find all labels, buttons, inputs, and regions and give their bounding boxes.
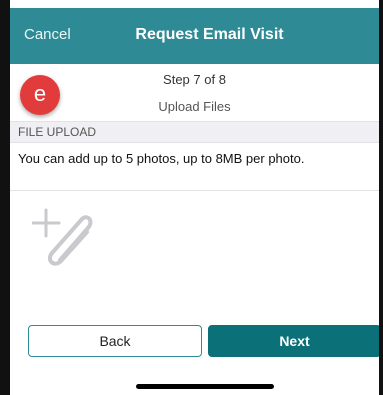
upload-hint: You can add up to 5 photos, up to 8MB pe… bbox=[18, 151, 305, 166]
section-header: FILE UPLOAD bbox=[10, 121, 379, 143]
frame-edge-right bbox=[379, 0, 383, 395]
screen: Cancel Request Email Visit e Step 7 of 8… bbox=[10, 0, 379, 395]
home-indicator bbox=[136, 384, 274, 389]
section-title: FILE UPLOAD bbox=[18, 125, 97, 139]
divider bbox=[10, 190, 379, 191]
nav-header: Cancel Request Email Visit bbox=[10, 8, 379, 64]
add-attachment-button[interactable] bbox=[31, 206, 102, 270]
step-indicator: Step 7 of 8 bbox=[163, 72, 226, 87]
add-attachment-icon bbox=[31, 208, 93, 266]
step-title: Upload Files bbox=[158, 99, 231, 114]
phone-frame: Cancel Request Email Visit e Step 7 of 8… bbox=[0, 0, 383, 395]
next-button[interactable]: Next bbox=[208, 325, 379, 357]
page-title: Request Email Visit bbox=[135, 26, 284, 43]
frame-edge-left bbox=[0, 0, 10, 395]
back-button[interactable]: Back bbox=[28, 325, 202, 357]
